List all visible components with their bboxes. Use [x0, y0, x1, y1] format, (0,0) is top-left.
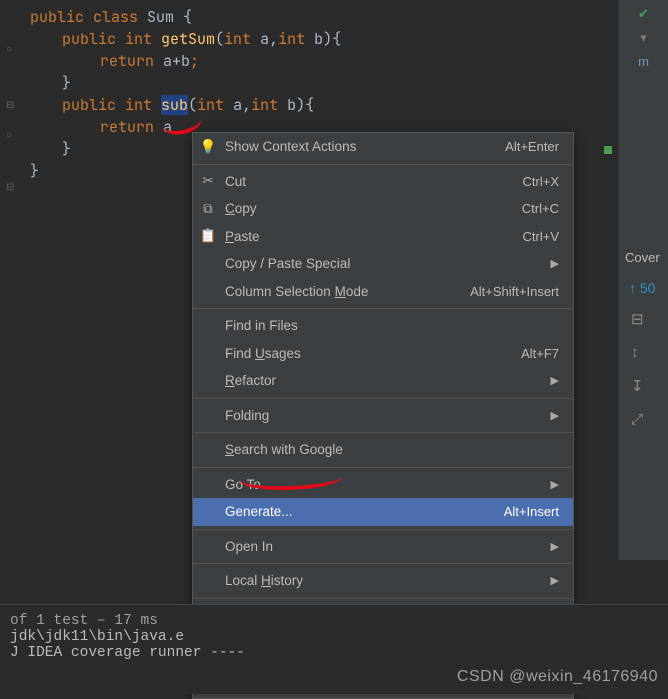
tool-icon-4[interactable]: ⤢ — [631, 411, 644, 428]
menu-label: Copy — [225, 201, 514, 216]
tool-icon-2[interactable]: ↕ — [631, 344, 644, 361]
override-gutter-icon: ○ — [6, 124, 12, 146]
menu-open-in[interactable]: Open In ▶ — [193, 533, 573, 561]
menu-label: Copy / Paste Special — [225, 256, 543, 271]
menu-label: Generate... — [225, 504, 496, 519]
menu-label: Refactor — [225, 373, 543, 388]
check-icon: ✔ — [638, 6, 649, 22]
watermark: CSDN @weixin_46176940 — [457, 668, 658, 686]
menu-label: Find Usages — [225, 346, 513, 361]
submenu-arrow-icon: ▶ — [551, 374, 559, 387]
menu-find-in-files[interactable]: Find in Files — [193, 312, 573, 340]
bulb-icon: 💡 — [199, 139, 217, 155]
submenu-arrow-icon: ▶ — [551, 540, 559, 553]
paste-icon: 📋 — [199, 228, 217, 244]
submenu-arrow-icon: ▶ — [551, 257, 559, 270]
coverage-label: Cover — [625, 250, 660, 265]
tool-icon-1[interactable]: ⊟ — [631, 310, 644, 328]
vcs-change-marker — [604, 146, 612, 154]
menu-cut[interactable]: ✂ Cut Ctrl+X — [193, 168, 573, 196]
menu-generate[interactable]: Generate... Alt+Insert — [193, 498, 573, 526]
scissors-icon: ✂ — [199, 173, 217, 189]
shortcut-label: Alt+Enter — [505, 139, 559, 154]
menu-local-history[interactable]: Local History ▶ — [193, 567, 573, 595]
console-line: J IDEA coverage runner ---- — [10, 645, 658, 661]
submenu-arrow-icon: ▶ — [551, 478, 559, 491]
menu-separator — [193, 432, 573, 433]
menu-label: Find in Files — [225, 318, 559, 333]
shortcut-label: Ctrl+C — [522, 201, 559, 216]
menu-label: Show Context Actions — [225, 139, 497, 154]
menu-label: Local History — [225, 573, 543, 588]
menu-label: Paste — [225, 229, 515, 244]
shortcut-label: Alt+F7 — [521, 346, 559, 361]
right-tool-panel: ✔ ▾ m Cover ↑ 50 ⊟ ↕ ↧ ⤢ — [618, 0, 668, 560]
fold-gutter-icon: ⊟ — [6, 94, 14, 116]
menu-column-selection[interactable]: Column Selection Mode Alt+Shift+Insert — [193, 278, 573, 306]
menu-go-to[interactable]: Go To ▶ — [193, 471, 573, 499]
shortcut-label: Ctrl+V — [523, 229, 559, 244]
shortcut-label: Alt+Shift+Insert — [470, 284, 559, 299]
menu-label: Search with Google — [225, 442, 559, 457]
menu-search-google[interactable]: Search with Google — [193, 436, 573, 464]
menu-paste[interactable]: 📋 Paste Ctrl+V — [193, 223, 573, 251]
menu-separator — [193, 308, 573, 309]
menu-label: Go To — [225, 477, 543, 492]
collapse-icon[interactable]: ▾ — [640, 30, 647, 46]
copy-icon: ⧉ — [199, 201, 217, 217]
menu-copy[interactable]: ⧉ Copy Ctrl+C — [193, 195, 573, 223]
menu-separator — [193, 398, 573, 399]
test-summary: of 1 test – 17 ms — [10, 613, 658, 629]
override-gutter-icon: ○ — [6, 38, 12, 60]
menu-label: Open In — [225, 539, 543, 554]
menu-show-context-actions[interactable]: 💡 Show Context Actions Alt+Enter — [193, 133, 573, 161]
menu-label: Cut — [225, 174, 515, 189]
menu-copy-paste-special[interactable]: Copy / Paste Special ▶ — [193, 250, 573, 278]
submenu-arrow-icon: ▶ — [551, 409, 559, 422]
menu-find-usages[interactable]: Find Usages Alt+F7 — [193, 340, 573, 368]
menu-separator — [193, 164, 573, 165]
fold-gutter-icon: ⊟ — [6, 176, 14, 198]
coverage-percent: ↑ 50 — [629, 280, 655, 296]
menu-separator — [193, 467, 573, 468]
shortcut-label: Ctrl+X — [523, 174, 559, 189]
menu-refactor[interactable]: Refactor ▶ — [193, 367, 573, 395]
submenu-arrow-icon: ▶ — [551, 574, 559, 587]
shortcut-label: Alt+Insert — [504, 504, 559, 519]
menu-label: Column Selection Mode — [225, 284, 462, 299]
tool-icon-3[interactable]: ↧ — [631, 377, 644, 395]
console-line: jdk\jdk11\bin\java.e — [10, 629, 658, 645]
menu-separator — [193, 563, 573, 564]
module-icon[interactable]: m — [638, 54, 649, 69]
menu-label: Folding — [225, 408, 543, 423]
menu-separator — [193, 529, 573, 530]
menu-separator — [193, 598, 573, 599]
menu-folding[interactable]: Folding ▶ — [193, 402, 573, 430]
